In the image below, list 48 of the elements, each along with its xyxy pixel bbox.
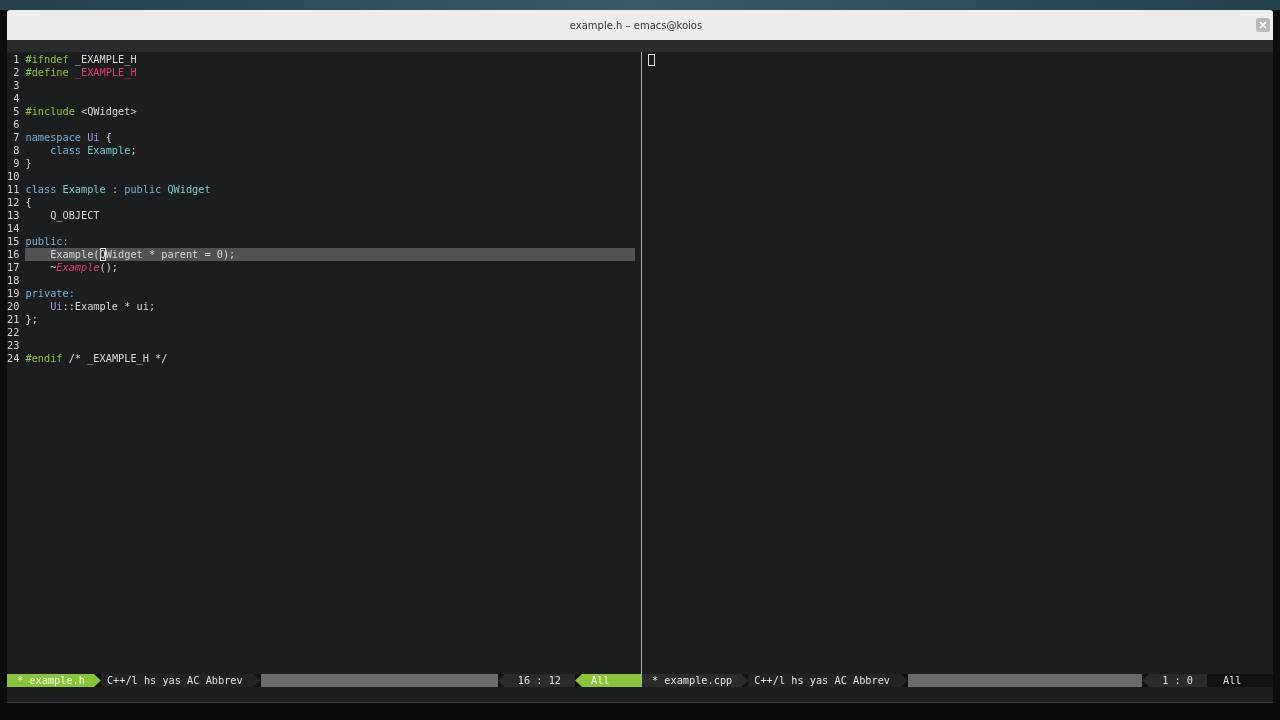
code-line: class Example; — [49, 144, 138, 157]
line-number: 18 — [7, 274, 20, 287]
line-number: 12 — [7, 196, 20, 209]
line-number: 1 — [12, 53, 20, 66]
buffer-name[interactable]: * example.cpp — [642, 674, 749, 687]
mode-list[interactable]: C++/l hs yas AC Abbrev — [100, 674, 261, 687]
code-line: } — [25, 157, 33, 170]
code-line: public: — [25, 235, 70, 248]
line-number: 14 — [7, 222, 20, 235]
cursor-position: 1 : 0 — [1142, 674, 1207, 687]
line-number: 10 — [7, 170, 20, 183]
code-line: private: — [25, 287, 76, 300]
window-title: example.h – emacs@koios — [569, 19, 703, 31]
code-line: class Example : public QWidget — [25, 183, 212, 196]
line-number: 11 — [7, 183, 20, 196]
code-line: ~Example(); — [49, 261, 120, 274]
line-number: 16 — [7, 248, 20, 261]
code-line: Q_OBJECT — [49, 209, 101, 222]
line-number: 23 — [7, 339, 20, 352]
code-line: }; — [25, 313, 39, 326]
line-number: 9 — [12, 157, 20, 170]
line-number: 8 — [12, 144, 20, 157]
line-number: 24 — [7, 352, 20, 365]
line-number: 15 — [7, 235, 20, 248]
code-line: #include <QWidget> — [25, 105, 138, 118]
scroll-indicator: All — [575, 674, 641, 687]
line-number: 20 — [7, 300, 20, 313]
line-number: 7 — [12, 131, 20, 144]
line-number: 4 — [12, 92, 20, 105]
cursor-position: 16 : 12 — [497, 674, 575, 687]
line-number: 13 — [7, 209, 20, 222]
line-number: 5 — [12, 105, 20, 118]
code-line: namespace Ui { — [25, 131, 113, 144]
code-line: Ui::Example * ui; — [49, 300, 157, 313]
line-number: 21 — [7, 313, 20, 326]
line-number: 3 — [12, 79, 20, 92]
mode-list[interactable]: C++/l hs yas AC Abbrev — [748, 674, 908, 687]
code-line: #endif /* _EXAMPLE_H */ — [25, 352, 169, 365]
line-number: 2 — [12, 66, 20, 79]
line-number: 19 — [7, 287, 20, 300]
minibuffer[interactable] — [7, 687, 1273, 703]
code-line: #ifndef _EXAMPLE_H — [25, 53, 138, 66]
line-number: 17 — [7, 261, 20, 274]
line-number: 22 — [7, 326, 20, 339]
code-line: #define _EXAMPLE_H — [25, 66, 138, 79]
code-line: { — [25, 196, 33, 209]
line-number: 6 — [12, 118, 20, 131]
close-icon[interactable] — [1256, 18, 1270, 32]
